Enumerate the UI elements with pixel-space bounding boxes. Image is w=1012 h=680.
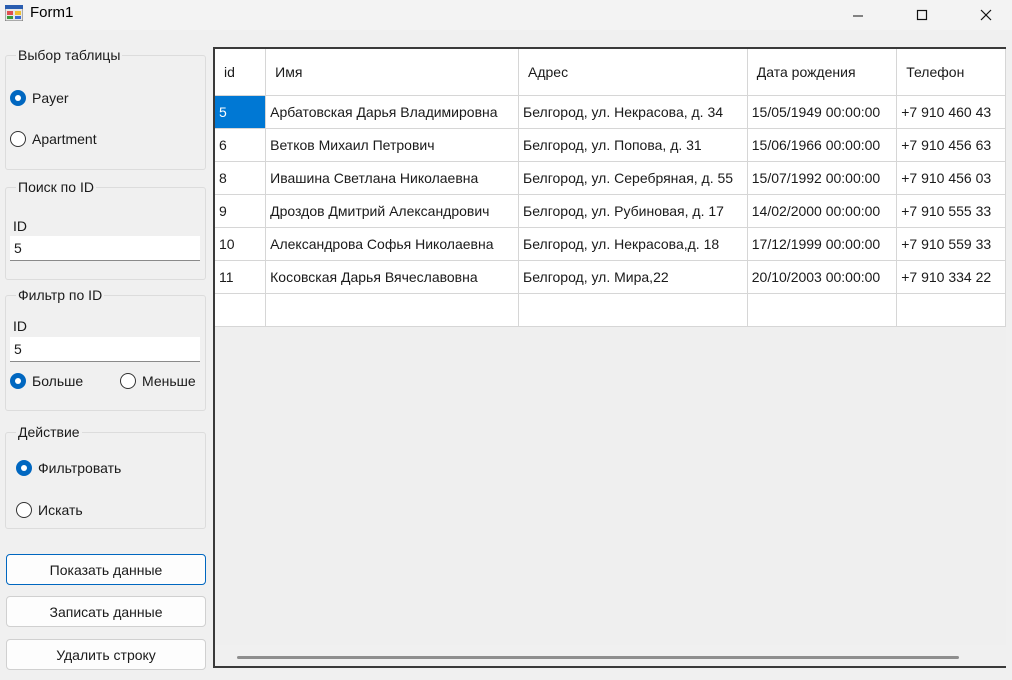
radio-search-label: Искать — [38, 502, 83, 518]
maximize-button[interactable] — [899, 0, 945, 30]
search-by-id-title: Поиск по ID — [16, 178, 96, 196]
new-row-cell[interactable] — [215, 293, 267, 327]
radio-greater-label: Больше — [32, 373, 84, 389]
radio-greater-circle[interactable] — [10, 373, 26, 389]
cell-address[interactable]: Белгород, ул. Попова, д. 31 — [518, 128, 748, 162]
action-group: Действие Фильтровать Искать — [5, 423, 206, 529]
cell-phone[interactable]: +7 910 456 63 — [896, 128, 1006, 162]
radio-filter[interactable]: Фильтровать — [16, 460, 121, 476]
radio-filter-label: Фильтровать — [38, 460, 122, 476]
cell-id[interactable]: 10 — [215, 227, 267, 261]
radio-apartment-circle[interactable] — [10, 131, 26, 147]
minimize-icon — [853, 15, 863, 17]
radio-search-circle[interactable] — [16, 502, 32, 518]
filter-id-label: ID — [13, 318, 27, 334]
cell-name[interactable]: Арбатовская Дарья Владимировна — [265, 95, 520, 129]
cell-address[interactable]: Белгород, ул. Рубиновая, д. 17 — [518, 194, 748, 228]
column-header-name[interactable]: Имя — [265, 49, 520, 96]
close-button[interactable] — [963, 0, 1009, 30]
radio-payer-label: Payer — [32, 90, 69, 106]
cell-name[interactable]: Ивашина Светлана Николаевна — [265, 161, 520, 195]
radio-greater[interactable]: Больше — [10, 373, 83, 389]
table-select-group: Выбор таблицы Payer Apartment — [5, 46, 206, 170]
table-row[interactable]: 5 Арбатовская Дарья Владимировна Белгород,… — [215, 95, 1006, 129]
cell-birth-date[interactable]: 15/06/1966 00:00:00 — [747, 128, 898, 162]
action-title: Действие — [16, 423, 82, 441]
cell-name[interactable]: Александрова Софья Николаевна — [265, 227, 520, 261]
cell-phone[interactable]: +7 910 460 43 — [896, 95, 1006, 129]
cell-phone[interactable]: +7 910 559 33 — [896, 227, 1006, 261]
cell-phone[interactable]: +7 910 456 03 — [896, 161, 1006, 195]
cell-id[interactable]: 8 — [215, 161, 267, 195]
new-row[interactable] — [215, 293, 1006, 327]
cell-birth-date[interactable]: 14/02/2000 00:00:00 — [747, 194, 898, 228]
radio-filter-circle[interactable] — [16, 460, 32, 476]
table-row[interactable]: 9 Дроздов Дмитрий Александрович Белгород, … — [215, 194, 1006, 228]
table-select-title: Выбор таблицы — [16, 46, 123, 64]
grid-header-row: id Имя Адрес Дата рождения Телефон — [215, 49, 1006, 96]
maximize-icon — [916, 9, 928, 21]
radio-payer[interactable]: Payer — [10, 90, 69, 106]
radio-apartment[interactable]: Apartment — [10, 131, 97, 147]
cell-birth-date[interactable]: 17/12/1999 00:00:00 — [747, 227, 898, 261]
cell-name[interactable]: Дроздов Дмитрий Александрович — [265, 194, 520, 228]
new-row-cell[interactable] — [747, 293, 898, 327]
table-row[interactable]: 8 Ивашина Светлана Николаевна Белгород, ул… — [215, 161, 1006, 195]
column-header-phone[interactable]: Телефон — [896, 49, 1006, 96]
radio-less-circle[interactable] — [120, 373, 136, 389]
radio-payer-circle[interactable] — [10, 90, 26, 106]
radio-less-label: Меньше — [142, 373, 196, 389]
minimize-button[interactable] — [835, 0, 881, 30]
cell-name[interactable]: Ветков Михаил Петрович — [265, 128, 520, 162]
radio-less[interactable]: Меньше — [120, 373, 196, 389]
radio-search[interactable]: Искать — [16, 502, 83, 518]
cell-id[interactable]: 6 — [215, 128, 267, 162]
show-data-button[interactable]: Показать данные — [6, 554, 206, 585]
cell-name[interactable]: Косовская Дарья Вячеславовна — [265, 260, 520, 294]
cell-birth-date[interactable]: 20/10/2003 00:00:00 — [747, 260, 898, 294]
filter-by-id-title: Фильтр по ID — [16, 286, 105, 304]
grid-table: id Имя Адрес Дата рождения Телефон 5 Арбатовск… — [215, 49, 1006, 327]
cell-phone[interactable]: +7 910 334 22 — [896, 260, 1006, 294]
table-row[interactable]: 6 Ветков Михаил Петрович Белгород, ул. Поп… — [215, 128, 1006, 162]
new-row-cell[interactable] — [518, 293, 748, 327]
cell-id[interactable]: 5 — [215, 95, 267, 129]
close-icon — [980, 9, 992, 21]
title-bar: Form1 — [0, 0, 1012, 30]
search-id-input[interactable]: 5 — [10, 236, 200, 261]
cell-phone[interactable]: +7 910 555 33 — [896, 194, 1006, 228]
cell-id[interactable]: 11 — [215, 260, 267, 294]
data-grid[interactable]: id Имя Адрес Дата рождения Телефон 5 Арбатовск… — [213, 47, 1006, 668]
horizontal-scrollbar-thumb[interactable] — [237, 656, 959, 659]
app-icon — [5, 5, 23, 21]
search-by-id-group: Поиск по ID ID 5 — [5, 178, 206, 280]
new-row-cell[interactable] — [896, 293, 1006, 327]
delete-row-button[interactable]: Удалить строку — [6, 639, 206, 670]
table-row[interactable]: 10 Александрова Софья Николаевна Белгород,… — [215, 227, 1006, 261]
column-header-address[interactable]: Адрес — [518, 49, 748, 96]
cell-id[interactable]: 9 — [215, 194, 267, 228]
radio-apartment-label: Apartment — [32, 131, 97, 147]
filter-id-input[interactable]: 5 — [10, 337, 200, 362]
cell-address[interactable]: Белгород, ул. Некрасова, д. 34 — [518, 95, 748, 129]
cell-birth-date[interactable]: 15/05/1949 00:00:00 — [747, 95, 898, 129]
cell-address[interactable]: Белгород, ул. Мира,22 — [518, 260, 748, 294]
cell-birth-date[interactable]: 15/07/1992 00:00:00 — [747, 161, 898, 195]
window-title: Form1 — [30, 4, 74, 21]
cell-address[interactable]: Белгород, ул. Серебряная, д. 55 — [518, 161, 748, 195]
new-row-cell[interactable] — [265, 293, 520, 327]
column-header-birth-date[interactable]: Дата рождения — [747, 49, 898, 96]
filter-by-id-group: Фильтр по ID ID 5 Больше Меньше — [5, 286, 206, 411]
table-row[interactable]: 11 Косовская Дарья Вячеславовна Белгород, … — [215, 260, 1006, 294]
write-data-button[interactable]: Записать данные — [6, 596, 206, 627]
column-header-id[interactable]: id — [215, 49, 267, 96]
cell-address[interactable]: Белгород, ул. Некрасова,д. 18 — [518, 227, 748, 261]
search-id-label: ID — [13, 218, 27, 234]
